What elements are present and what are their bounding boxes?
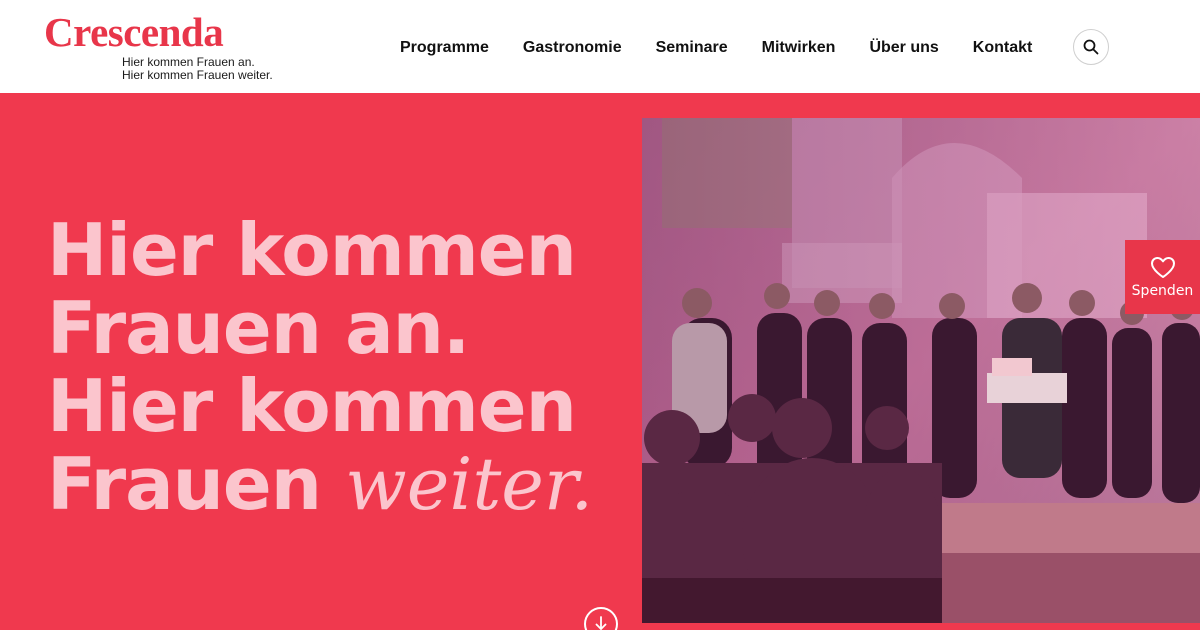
hero-photo [642, 118, 1200, 623]
donate-button[interactable]: Spenden [1125, 240, 1200, 314]
site-header: Crescenda Hier kommen Frauen an. Hier ko… [0, 0, 1200, 93]
nav-item-ueber-uns[interactable]: Über uns [869, 38, 938, 58]
nav-item-kontakt[interactable]: Kontakt [973, 38, 1033, 58]
logo-tagline: Hier kommen Frauen an. Hier kommen Fraue… [122, 56, 273, 82]
search-button[interactable] [1073, 29, 1109, 65]
arrow-down-circle-icon [595, 616, 607, 630]
nav-item-gastronomie[interactable]: Gastronomie [523, 38, 622, 58]
headline-line-1: Hier kommen [47, 208, 577, 292]
headline-line-4-start: Frauen [47, 442, 346, 526]
tagline-line-2: Hier kommen Frauen weiter. [122, 68, 273, 82]
scroll-down-button[interactable] [584, 607, 618, 630]
headline-line-4: Frauen weiter. [47, 445, 593, 523]
headline-line-3: Hier kommen [47, 364, 577, 448]
nav-item-mitwirken[interactable]: Mitwirken [762, 38, 836, 58]
nav-item-seminare[interactable]: Seminare [656, 38, 728, 58]
donate-label: Spenden [1131, 282, 1194, 299]
nav-item-programme[interactable]: Programme [400, 38, 489, 58]
search-icon [1083, 39, 1099, 55]
heart-icon [1150, 256, 1175, 278]
main-nav: Programme Gastronomie Seminare Mitwirken… [400, 38, 1032, 58]
hero-section: Hier kommen Frauen an. Hier kommen Fraue… [0, 93, 1200, 630]
hero-headline: Hier kommen Frauen an. Hier kommen Fraue… [47, 211, 593, 523]
headline-script-word: weiter. [345, 442, 594, 526]
headline-line-2: Frauen an. [47, 286, 470, 370]
site-logo[interactable]: Crescenda Hier kommen Frauen an. Hier ko… [44, 9, 273, 82]
logo-wordmark: Crescenda [44, 9, 224, 55]
